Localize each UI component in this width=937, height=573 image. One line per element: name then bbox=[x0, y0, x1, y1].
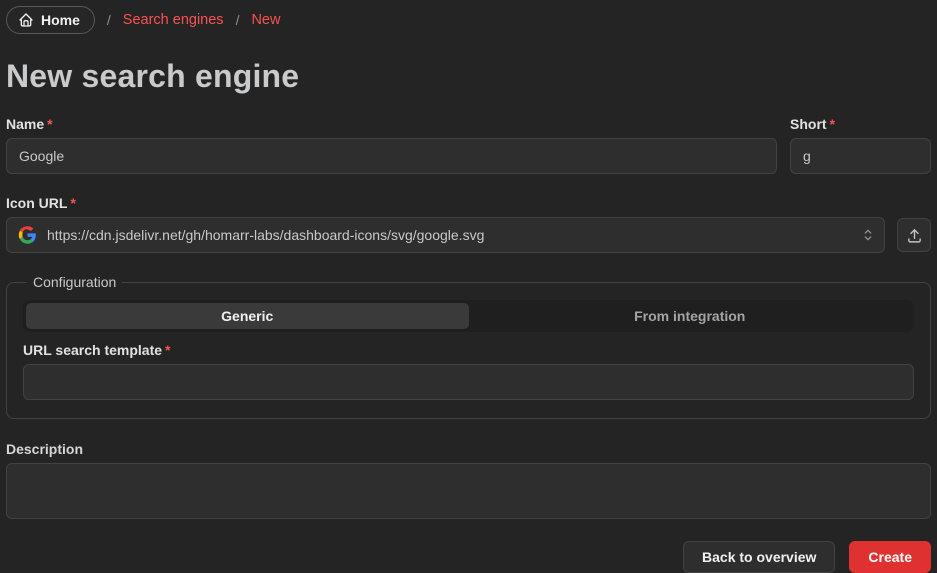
upload-icon bbox=[906, 227, 923, 244]
home-icon bbox=[18, 12, 34, 28]
breadcrumb-home-label: Home bbox=[41, 12, 80, 28]
icon-url-input[interactable] bbox=[6, 217, 885, 253]
breadcrumb-separator: / bbox=[107, 12, 111, 28]
description-label: Description bbox=[6, 441, 931, 457]
configuration-tabs: Generic From integration bbox=[23, 300, 914, 332]
breadcrumb: Home / Search engines / New bbox=[6, 5, 931, 35]
name-label: Name* bbox=[6, 116, 777, 132]
name-input[interactable] bbox=[6, 138, 777, 174]
url-search-template-input[interactable] bbox=[23, 364, 914, 400]
required-asterisk: * bbox=[47, 116, 52, 132]
name-field-group: Name* bbox=[6, 116, 777, 174]
page-title: New search engine bbox=[6, 58, 931, 95]
short-field-group: Short* bbox=[790, 116, 931, 174]
selector-icon[interactable] bbox=[860, 227, 876, 243]
breadcrumb-link-search-engines[interactable]: Search engines bbox=[123, 12, 224, 28]
description-field-group: Description bbox=[6, 441, 931, 522]
configuration-legend: Configuration bbox=[27, 274, 122, 290]
back-to-overview-button[interactable]: Back to overview bbox=[683, 541, 835, 573]
tab-from-integration[interactable]: From integration bbox=[469, 303, 912, 329]
breadcrumb-home-button[interactable]: Home bbox=[6, 6, 95, 34]
required-asterisk: * bbox=[830, 116, 835, 132]
short-label: Short* bbox=[790, 116, 931, 132]
url-search-template-label: URL search template* bbox=[23, 342, 914, 358]
configuration-fieldset: Configuration Generic From integration U… bbox=[6, 274, 931, 419]
create-button[interactable]: Create bbox=[849, 541, 931, 573]
new-search-engine-page: Home / Search engines / New New search e… bbox=[0, 0, 937, 573]
icon-url-field-group: Icon URL* bbox=[6, 195, 931, 253]
required-asterisk: * bbox=[165, 342, 170, 358]
icon-url-row bbox=[6, 217, 931, 253]
breadcrumb-link-new[interactable]: New bbox=[251, 12, 280, 28]
description-textarea[interactable] bbox=[6, 463, 931, 519]
icon-url-label: Icon URL* bbox=[6, 195, 931, 211]
tab-generic[interactable]: Generic bbox=[26, 303, 469, 329]
breadcrumb-separator: / bbox=[236, 12, 240, 28]
footer-actions: Back to overview Create bbox=[6, 541, 931, 573]
upload-icon-button[interactable] bbox=[897, 218, 931, 252]
short-input[interactable] bbox=[790, 138, 931, 174]
icon-url-input-wrap bbox=[6, 217, 885, 253]
name-short-row: Name* Short* bbox=[6, 116, 931, 174]
required-asterisk: * bbox=[70, 195, 75, 211]
